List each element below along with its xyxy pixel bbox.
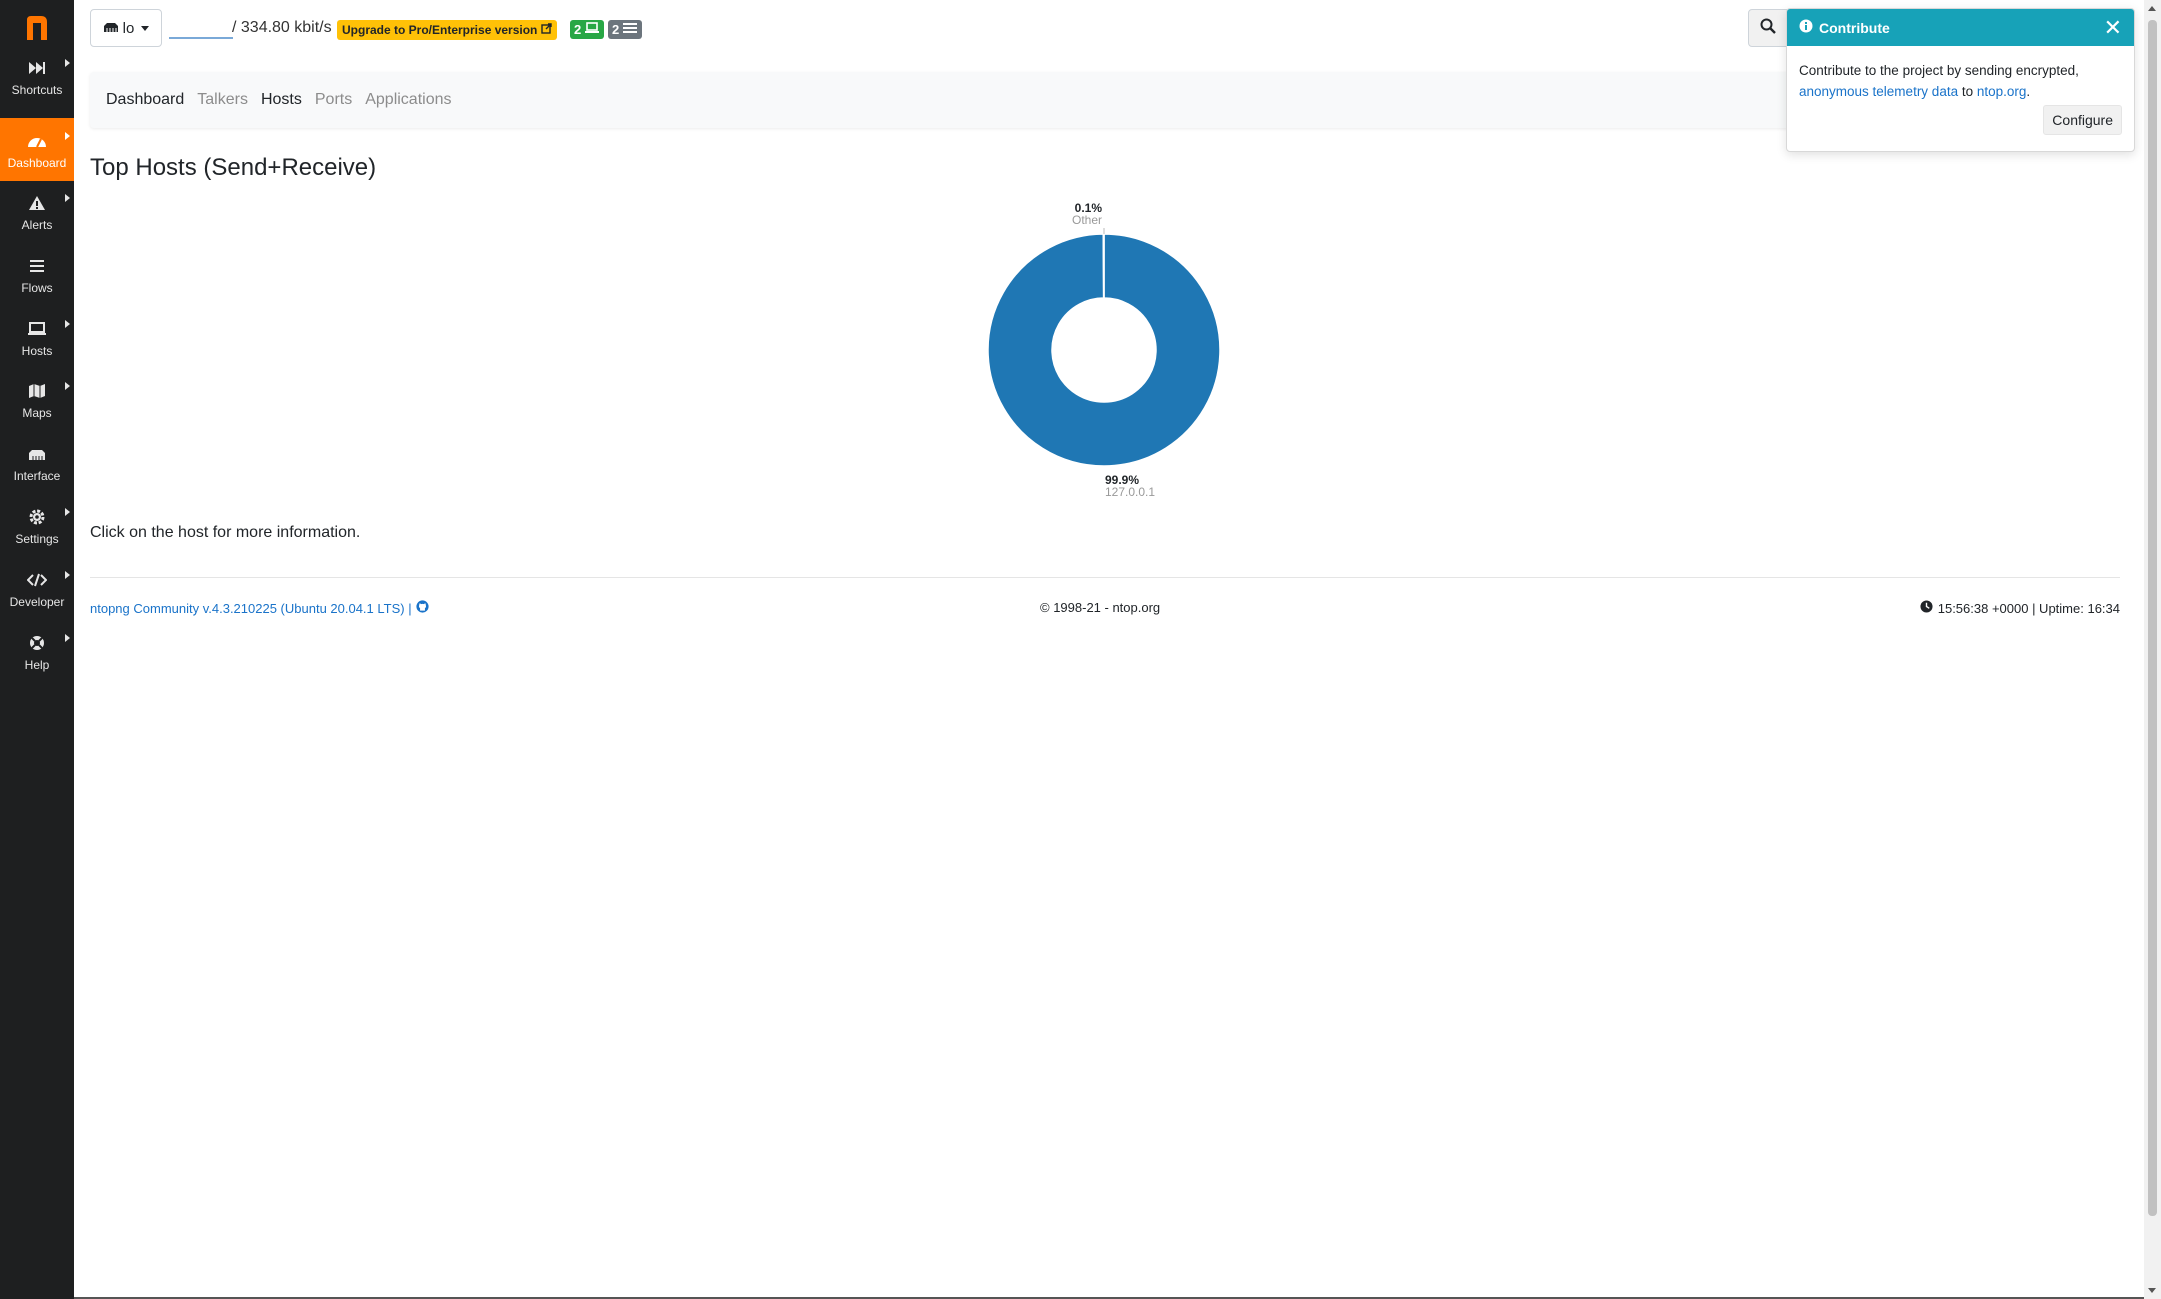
upgrade-link[interactable]: Upgrade to Pro/Enterprise version [337,20,558,40]
active-hosts-badge[interactable]: 2 [570,20,605,39]
sidebar: Shortcuts Dashboard Alerts Flows Hosts M [0,0,74,1299]
sidebar-item-developer[interactable]: Developer [0,557,74,620]
tab-applications[interactable]: Applications [365,91,451,109]
slice-name-label[interactable]: Other [1072,213,1102,227]
caret-right-icon [65,508,70,516]
toast-title: Contribute [1819,19,1890,36]
configure-button[interactable]: Configure [2043,105,2122,135]
active-flows-badge[interactable]: 2 [608,20,643,39]
sidebar-item-help[interactable]: Help [0,620,74,683]
scrollbar-thumb[interactable] [2148,20,2157,1216]
caret-right-icon [65,320,70,328]
telemetry-link[interactable]: anonymous telemetry data [1799,84,1958,99]
caret-right-icon [65,571,70,579]
clock-text: 15:56:38 +0000 | Uptime: 16:34 [1937,600,2120,616]
footer-divider [90,577,2120,578]
ntop-logo-icon [27,16,47,40]
sidebar-item-shortcuts[interactable]: Shortcuts [0,45,74,108]
laptop-icon [584,22,600,37]
sidebar-label: Developer [9,594,65,609]
laptop-icon [26,318,48,340]
clock-icon [1920,600,1933,616]
scroll-up-icon[interactable] [2148,6,2156,11]
sidebar-item-interface[interactable]: Interface [0,431,74,494]
copyright: © 1998-21 - ntop.org [1040,600,1161,615]
sidebar-item-settings[interactable]: Settings [0,494,74,557]
warning-icon [26,192,48,214]
hosts-count: 2 [574,22,582,37]
sidebar-label: Settings [15,531,59,546]
sidebar-item-alerts[interactable]: Alerts [0,180,74,243]
lifebuoy-icon [26,632,48,654]
sidebar-item-dashboard[interactable]: Dashboard [0,118,74,181]
map-icon [26,380,48,402]
external-link-icon [541,23,553,37]
throughput-sparkline [169,37,233,39]
sidebar-label: Maps [22,405,52,420]
caret-right-icon [65,132,70,140]
contribute-toast: Contribute ✕ Contribute to the project b… [1786,8,2135,152]
list-icon [622,22,638,37]
caret-right-icon [65,634,70,642]
donut-chart: 99.9%127.0.0.10.1%Other [987,201,1221,499]
throughput-value: / 334.80 kbit/s [232,19,332,36]
slice-name-label[interactable]: 127.0.0.1 [1105,485,1155,499]
donut-slice-other[interactable] [1102,233,1105,299]
toast-text: Contribute to the project by sending enc… [1799,63,2079,78]
toast-text-end: . [2026,84,2031,99]
info-icon [1799,19,1813,36]
code-icon [26,569,48,591]
fast-forward-icon [26,57,48,79]
tab-hosts[interactable]: Hosts [261,91,302,109]
chart-hint: Click on the host for more information. [90,524,361,541]
sidebar-item-flows[interactable]: Flows [0,243,74,306]
search-button[interactable] [1748,9,1788,47]
list-icon [26,255,48,277]
ethernet-icon [26,443,48,465]
ntop-link[interactable]: ntop.org [1977,84,2027,99]
page-title: Top Hosts (Send+Receive) [90,154,377,181]
sidebar-label: Hosts [21,343,53,358]
interface-selector[interactable]: lo [90,9,162,47]
page-scrollbar[interactable] [2144,0,2161,1299]
version-info[interactable]: ntopng Community v.4.3.210225 (Ubuntu 20… [90,600,429,616]
caret-right-icon [65,194,70,202]
version-text: ntopng Community v.4.3.210225 (Ubuntu 20… [90,600,412,616]
toast-header: Contribute ✕ [1787,9,2134,46]
tab-talkers[interactable]: Talkers [197,91,248,109]
tab-dashboard[interactable]: Dashboard [106,91,184,109]
top-hosts-chart: 99.9% 127.0.0.1 0.1% Other [960,190,1260,510]
sidebar-label: Help [24,657,50,672]
sidebar-label: Dashboard [7,155,67,170]
caret-right-icon [65,382,70,390]
sidebar-item-maps[interactable]: Maps [0,368,74,431]
tab-ports[interactable]: Ports [315,91,352,109]
toast-text-mid: to [1958,84,1977,99]
toast-body: Contribute to the project by sending enc… [1787,46,2134,102]
caret-right-icon [65,59,70,67]
sidebar-label: Alerts [21,217,53,232]
close-icon[interactable]: ✕ [2104,16,2122,39]
sidebar-label: Interface [13,468,61,483]
interface-name: lo [122,19,135,37]
gear-icon [26,506,48,528]
search-icon [1760,18,1776,39]
ethernet-icon [103,20,119,37]
gauge-icon [26,130,48,152]
scroll-down-icon[interactable] [2148,1288,2156,1293]
sidebar-label: Flows [21,280,53,295]
clock-status: 15:56:38 +0000 | Uptime: 16:34 [1920,600,2120,616]
sidebar-label: Shortcuts [11,82,63,97]
chevron-down-icon [141,25,150,31]
flows-count: 2 [612,22,620,37]
github-icon[interactable] [416,600,429,616]
sidebar-item-hosts[interactable]: Hosts [0,306,74,369]
upgrade-label: Upgrade to Pro/Enterprise version [342,23,538,37]
